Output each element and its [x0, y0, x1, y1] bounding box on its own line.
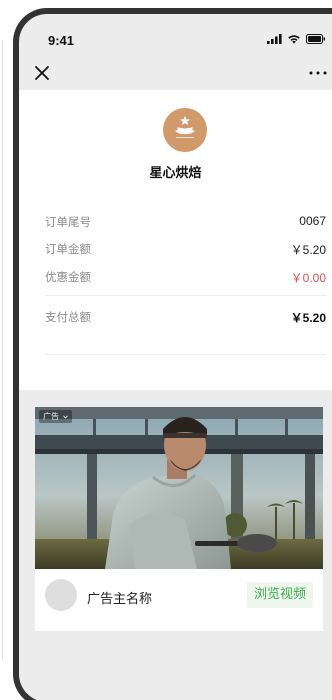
total-amount-label: 支付总额: [45, 310, 91, 324]
screen: 9:41 星心烘焙 订单尾号 0067 订单金额 ￥5.20 优惠金额 ￥0.0…: [0, 0, 332, 700]
nav-bar: [19, 58, 332, 90]
battery-icon: [306, 34, 325, 44]
ad-footer: 广告主名称 浏览视频: [35, 569, 323, 619]
receipt-card: 星心烘焙 订单尾号 0067 订单金额 ￥5.20 优惠金额 ￥0.00 支付总…: [19, 90, 332, 390]
ad-card[interactable]: 广告 广告主名称 浏览视频: [35, 407, 323, 631]
order-amount-value: ￥5.20: [290, 243, 326, 257]
order-row-total: 支付总额 ￥5.20: [45, 309, 326, 327]
order-row-discount: 优惠金额 ￥0.00: [45, 269, 326, 287]
order-row-amount: 订单金额 ￥5.20: [45, 241, 326, 259]
bottom-divider: [45, 354, 326, 355]
merchant-name: 星心烘焙: [149, 166, 202, 181]
order-row-tail-number: 订单尾号 0067: [45, 214, 326, 232]
status-icons: [267, 34, 326, 44]
ad-label-text: 广告: [43, 412, 59, 421]
perforated-edge: [19, 390, 332, 398]
more-icon[interactable]: [308, 66, 328, 80]
order-tail-number-value: 0067: [299, 214, 326, 228]
ad-video-thumbnail[interactable]: [35, 407, 323, 569]
discount-amount-label: 优惠金额: [45, 270, 91, 284]
status-time: 9:41: [48, 33, 75, 48]
edge-divider: [2, 40, 3, 660]
merchant-logo: [163, 108, 207, 152]
total-amount-value: ￥5.20: [290, 311, 326, 325]
browse-video-button[interactable]: 浏览视频: [246, 582, 313, 608]
advertiser-avatar[interactable]: [45, 579, 77, 611]
merchant-logo-emblem: [175, 116, 195, 138]
signal-icon: [267, 34, 282, 44]
order-tail-number-label: 订单尾号: [45, 215, 91, 229]
close-icon[interactable]: [33, 64, 51, 82]
phone-frame: 9:41 星心烘焙 订单尾号 0067 订单金额 ￥5.20 优惠金额 ￥0.0…: [13, 8, 332, 700]
advertiser-name[interactable]: 广告主名称: [87, 588, 152, 607]
order-amount-label: 订单金额: [45, 242, 91, 256]
ad-tag-chevron-icon: [62, 415, 68, 419]
wifi-icon: [288, 35, 300, 44]
discount-amount-value: ￥0.00: [290, 271, 326, 285]
amount-divider: [45, 295, 326, 296]
status-bar: 9:41: [19, 14, 332, 58]
ad-label-badge[interactable]: 广告: [39, 410, 72, 423]
